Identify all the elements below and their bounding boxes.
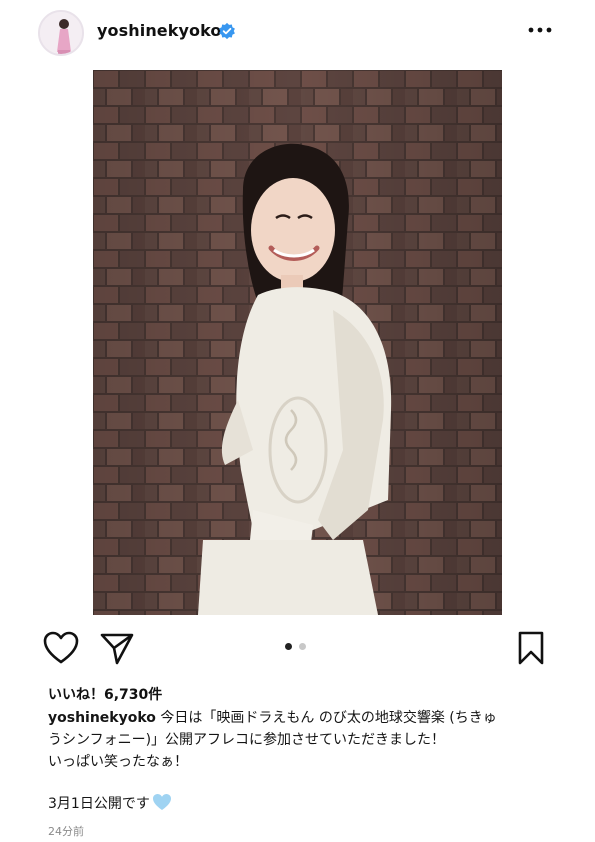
post-photo — [93, 70, 502, 615]
avatar-image — [40, 12, 82, 54]
verified-badge-icon — [219, 22, 235, 40]
post-timestamp: 24分前 — [48, 825, 84, 838]
caption-line-2: うシンフォニー)」公開アフレコに参加させていただきました！ — [48, 732, 446, 748]
caption-line-1: yoshinekyoko 今日は「映画ドラえもん のび太の地球交響楽 (ちきゅ — [48, 707, 558, 729]
avatar[interactable] — [38, 10, 84, 56]
release-text: 3月1日公開です — [48, 796, 150, 812]
post-image[interactable] — [93, 70, 502, 615]
carousel-indicator — [285, 643, 315, 651]
like-heart-icon[interactable] — [42, 630, 80, 666]
share-paper-plane-icon[interactable] — [98, 630, 136, 666]
caption: yoshinekyoko 今日は「映画ドラえもん のび太の地球交響楽 (ちきゅ … — [48, 707, 558, 773]
more-options-icon[interactable] — [526, 20, 554, 40]
caption-username[interactable]: yoshinekyoko — [48, 710, 156, 726]
light-blue-heart-icon — [152, 794, 171, 810]
post-header: yoshinekyoko — [0, 0, 595, 64]
save-bookmark-icon[interactable] — [514, 630, 548, 666]
carousel-dot[interactable] — [299, 643, 306, 650]
username[interactable]: yoshinekyoko — [97, 21, 222, 40]
caption-text-1: 今日は「映画ドラえもん のび太の地球交響楽 (ちきゅ — [155, 710, 497, 726]
caption-line-3: いっぱい笑ったなぁ！ — [48, 754, 188, 770]
release-note: 3月1日公開です — [48, 793, 172, 813]
like-count[interactable]: いいね！6,730件 — [48, 684, 162, 704]
carousel-dot-active — [285, 643, 292, 650]
